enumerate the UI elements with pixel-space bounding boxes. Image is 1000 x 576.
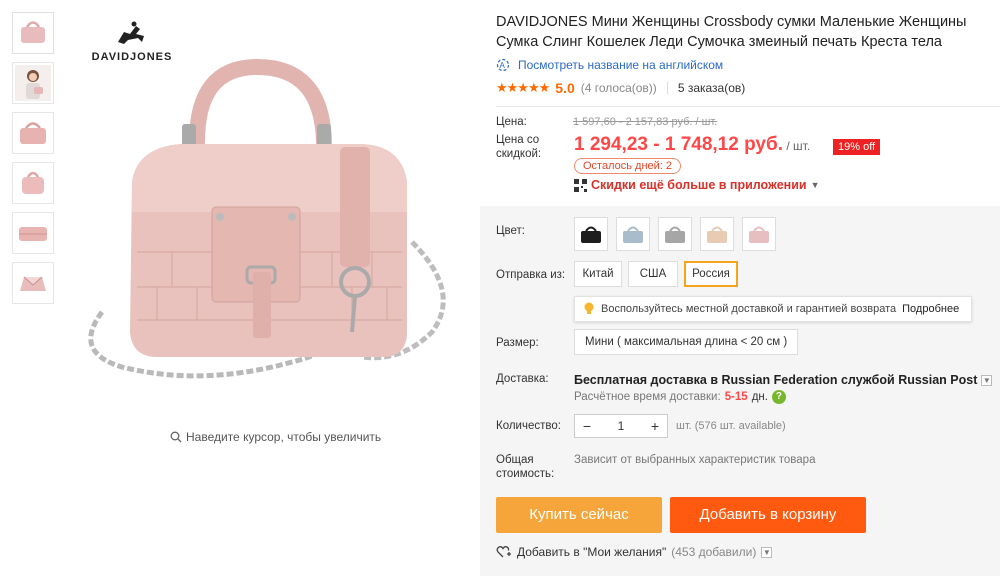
size-label: Размер: [496, 337, 539, 349]
bag-swatch-icon [623, 226, 643, 243]
thumbnail-bag-angle[interactable] [12, 112, 54, 154]
size-option-mini[interactable]: Мини ( максимальная длина < 20 см ) [574, 329, 799, 355]
orders-count: 5 заказа(ов) [677, 81, 746, 95]
total-price-note: Зависит от выбранных характеристик товар… [574, 454, 816, 466]
delivery-unit: дн. [751, 391, 768, 403]
bag-thumbnail-icon [19, 227, 47, 241]
quantity-decrease-button[interactable]: − [575, 418, 599, 434]
tip-more-link[interactable]: Подробнее [902, 303, 959, 315]
bag-swatch-icon [749, 226, 769, 243]
color-swatch-grey[interactable] [658, 217, 692, 251]
lightbulb-icon [584, 302, 594, 314]
delivery-time-label: Расчётное время доставки: [574, 391, 721, 403]
ship-from-usa[interactable]: США [628, 261, 678, 287]
discount-price-label-2: скидкой: [496, 148, 542, 160]
product-info: DAVIDJONES Мини Женщины Crossbody сумки … [496, 12, 1000, 559]
magnifier-icon [170, 431, 182, 443]
divider [496, 106, 1000, 107]
horse-rider-logo-icon [118, 21, 144, 44]
zoom-hint-text: Наведите курсор, чтобы увеличить [186, 430, 382, 444]
thumbnail-model[interactable] [12, 62, 54, 104]
wishlist-row[interactable]: Добавить в "Мои желания" (453 добавили) … [496, 545, 773, 559]
chevron-down-icon[interactable]: ▼ [981, 374, 993, 386]
delivery-days: 5-15 [724, 391, 748, 403]
local-delivery-tip: Воспользуйтесь местной доставкой и гаран… [574, 296, 972, 322]
total-label-1: Общая [496, 454, 534, 466]
app-deal-text: Скидки ещё больше в приложении [591, 178, 807, 192]
thumbnail-bag-front[interactable] [12, 12, 54, 54]
rating-stars: ★★★★★ [496, 80, 550, 95]
translate-link[interactable]: Посмотреть название на английском [518, 58, 723, 72]
color-label: Цвет: [496, 225, 525, 237]
discount-price: 1 294,23 - 1 748,12 руб. / шт. [574, 134, 810, 156]
rating-row: ★★★★★ 5.0 (4 голоса(ов)) 5 заказа(ов) [496, 80, 1000, 96]
bag-swatch-icon [707, 226, 727, 243]
zoom-hint: Наведите курсор, чтобы увеличить [170, 430, 381, 444]
translate-icon: A [496, 58, 510, 72]
wishlist-link[interactable]: Добавить в "Мои желания" [517, 545, 666, 559]
discount-price-label-1: Цена со [496, 134, 540, 146]
old-price: 1 597,60 - 2 157,83 руб. / шт. [573, 116, 718, 128]
color-swatch-grey-blue[interactable] [616, 217, 650, 251]
buy-now-button[interactable]: Купить сейчас [496, 497, 662, 533]
chevron-down-icon: ▼ [810, 180, 820, 190]
bag-swatch-icon [581, 226, 601, 243]
discount-badge: 19% off [833, 139, 881, 155]
handbag-illustration [62, 12, 472, 422]
bag-thumbnail-icon [20, 122, 46, 144]
model-photo-icon [15, 65, 51, 101]
chevron-down-icon[interactable]: ▼ [761, 546, 773, 558]
quantity-available: шт. (576 шт. available) [676, 420, 786, 432]
shipping-text: Бесплатная доставка в Russian Federation… [574, 373, 978, 387]
bag-thumbnail-icon [20, 276, 46, 291]
color-swatch-beige[interactable] [700, 217, 734, 251]
add-to-cart-button[interactable]: Добавить в корзину [670, 497, 866, 533]
price-unit: / шт. [783, 139, 811, 153]
color-swatch-pink[interactable] [742, 217, 776, 251]
brand-name: DAVIDJONES [91, 51, 173, 63]
quantity-input[interactable]: 1 [599, 419, 643, 433]
brand-logo: DAVIDJONES [82, 20, 182, 70]
total-label-2: стоимость: [496, 468, 555, 480]
heart-plus-icon [496, 546, 511, 558]
qr-code-icon [574, 178, 587, 192]
thumbnail-bag-top[interactable] [12, 212, 54, 254]
divider [666, 82, 668, 94]
bag-thumbnail-icon [22, 171, 44, 194]
app-deal-link[interactable]: Скидки ещё больше в приложении ▼ [574, 178, 820, 192]
tip-text: Воспользуйтесь местной доставкой и гаран… [601, 303, 897, 315]
shipping-method[interactable]: Бесплатная доставка в Russian Federation… [574, 373, 993, 387]
quantity-increase-button[interactable]: + [643, 418, 667, 434]
product-title: DAVIDJONES Мини Женщины Crossbody сумки … [496, 14, 967, 50]
ship-from-label: Отправка из: [496, 269, 566, 281]
wishlist-count: (453 добавили) [671, 545, 757, 559]
bag-swatch-icon [665, 226, 685, 243]
discount-price-value: 1 294,23 - 1 748,12 руб. [574, 134, 784, 155]
days-left-badge: Осталось дней: 2 [574, 158, 682, 174]
quantity-stepper: − 1 + [574, 414, 668, 438]
bag-thumbnail-icon [21, 21, 45, 43]
quantity-label: Количество: [496, 420, 561, 432]
shipping-label: Доставка: [496, 373, 549, 385]
color-swatch-black[interactable] [574, 217, 608, 251]
price-label: Цена: [496, 116, 527, 128]
rating-votes[interactable]: (4 голоса(ов)) [581, 81, 657, 95]
svg-text:A: A [500, 61, 506, 70]
thumbnail-bag-inside[interactable] [12, 262, 54, 304]
ship-from-russia[interactable]: Россия [684, 261, 738, 287]
translate-row[interactable]: A Посмотреть название на английском [496, 58, 1000, 72]
help-icon[interactable]: ? [771, 390, 786, 404]
thumbnail-bag-side[interactable] [12, 162, 54, 204]
product-main-image[interactable] [62, 12, 472, 422]
delivery-time: Расчётное время доставки: 5-15 дн. ? [574, 390, 786, 404]
ship-from-china[interactable]: Китай [574, 261, 622, 287]
thumbnail-strip [12, 12, 54, 312]
rating-score: 5.0 [555, 80, 575, 96]
